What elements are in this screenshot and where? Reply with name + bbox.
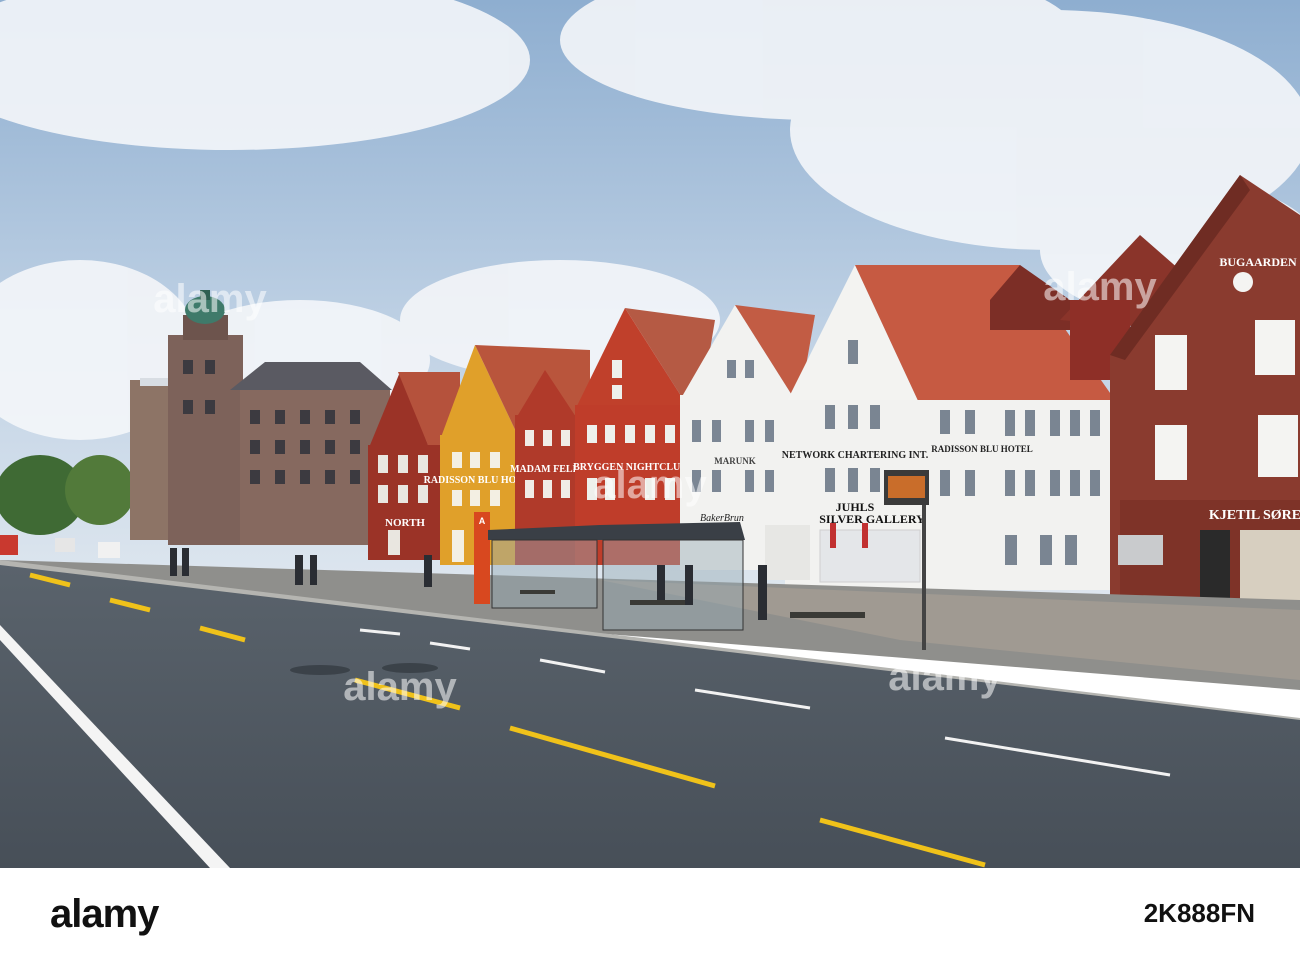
image-id: 2K888FN [1143, 898, 1255, 928]
photo: NORTH RADISSON BLU HOTEL MADAM FELLE BRY… [0, 0, 1300, 868]
alamy-logo: alamy [50, 892, 159, 936]
watermark: alamy [1043, 265, 1157, 309]
watermark: alamy [343, 665, 457, 709]
kjetil-sign: KJETIL SØRE [1209, 508, 1300, 523]
marunk-sign: MARUNK [714, 456, 756, 466]
bus-stop-letter: A [479, 516, 486, 526]
watermark: alamy [888, 655, 1002, 699]
manhole [290, 665, 350, 675]
bergen-street-photo: NORTH RADISSON BLU HOTEL MADAM FELLE BRY… [0, 0, 1300, 868]
bugaarden-sign: BUGAARDEN [1219, 255, 1297, 269]
network-chartering-sign: NETWORK CHARTERING INT. [782, 450, 929, 461]
watermark: alamy [593, 463, 707, 507]
watermark: alamy [153, 277, 267, 321]
stock-footer: alamy 2K888FN [0, 868, 1300, 956]
radisson-white-sign: RADISSON BLU HOTEL [931, 444, 1033, 454]
north-sign: NORTH [385, 517, 425, 529]
